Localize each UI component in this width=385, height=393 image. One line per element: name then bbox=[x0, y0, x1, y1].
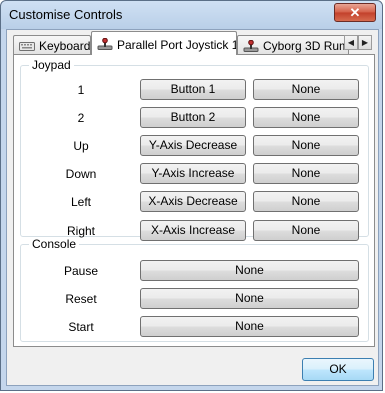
binding-button-secondary[interactable]: None bbox=[253, 107, 359, 128]
window-title: Customise Controls bbox=[9, 7, 123, 22]
binding-button[interactable]: None bbox=[140, 288, 359, 309]
keyboard-icon bbox=[19, 42, 35, 51]
binding-button[interactable]: None bbox=[140, 260, 359, 281]
binding-button-secondary[interactable]: None bbox=[253, 191, 359, 212]
console-group: Console Pause None Reset None Start None bbox=[20, 237, 369, 342]
joystick-tab-panel: Joypad 1 Button 1 None 2 Button 2 None U… bbox=[13, 54, 375, 347]
joystick-icon bbox=[97, 38, 113, 50]
tab-scroll-right-button[interactable]: ▶ bbox=[358, 35, 372, 50]
binding-button-primary[interactable]: Y-Axis Increase bbox=[140, 163, 246, 184]
joypad-row-label: Down bbox=[65, 167, 97, 181]
binding-button-primary[interactable]: X-Axis Increase bbox=[140, 220, 246, 241]
console-group-title: Console bbox=[29, 237, 80, 251]
joypad-row-label: Left bbox=[70, 195, 91, 209]
tab-label-cyborg: Cyborg 3D Rumb bbox=[263, 39, 349, 53]
tab-cyborg-3d-rumble[interactable]: Cyborg 3D Rumb bbox=[237, 35, 349, 54]
tab-label-keyboard: Keyboard bbox=[39, 39, 91, 53]
binding-button-primary[interactable]: Button 1 bbox=[140, 79, 246, 100]
tab-label-joystick: Parallel Port Joystick 1 bbox=[117, 38, 237, 52]
customise-controls-dialog: Customise Controls ✕ Keyboard Parallel P… bbox=[0, 0, 383, 391]
binding-button[interactable]: None bbox=[140, 316, 359, 337]
joypad-row-label: Up bbox=[73, 139, 89, 153]
joystick-icon bbox=[243, 40, 259, 52]
joypad-group: Joypad 1 Button 1 None 2 Button 2 None U… bbox=[20, 58, 369, 241]
binding-button-primary[interactable]: X-Axis Decrease bbox=[140, 191, 246, 212]
tab-keyboard[interactable]: Keyboard bbox=[13, 35, 91, 54]
ok-button[interactable]: OK bbox=[302, 358, 374, 381]
binding-button-primary[interactable]: Y-Axis Decrease bbox=[140, 135, 246, 156]
binding-button-secondary[interactable]: None bbox=[253, 135, 359, 156]
joypad-row-label: 1 bbox=[77, 83, 85, 97]
binding-button-primary[interactable]: Button 2 bbox=[140, 107, 246, 128]
chevron-right-icon: ▶ bbox=[361, 38, 369, 47]
binding-button-secondary[interactable]: None bbox=[253, 163, 359, 184]
title-bar[interactable]: Customise Controls ✕ bbox=[1, 1, 382, 29]
binding-button-secondary[interactable]: None bbox=[253, 79, 359, 100]
console-row-label: Start bbox=[68, 320, 94, 334]
close-icon: ✕ bbox=[349, 5, 361, 20]
dialog-client-area: Keyboard Parallel Port Joystick 1 Cyborg… bbox=[6, 29, 379, 386]
console-row-label: Reset bbox=[65, 292, 97, 306]
joypad-row-label: Right bbox=[66, 224, 95, 238]
tab-parallel-port-joystick-1[interactable]: Parallel Port Joystick 1 bbox=[91, 31, 237, 55]
tab-strip: Keyboard Parallel Port Joystick 1 Cyborg… bbox=[13, 30, 376, 55]
binding-button-secondary[interactable]: None bbox=[253, 220, 359, 241]
tab-scroll-left-button[interactable]: ◀ bbox=[344, 35, 358, 50]
joypad-group-title: Joypad bbox=[29, 58, 74, 72]
chevron-left-icon: ◀ bbox=[347, 38, 355, 47]
joypad-row-label: 2 bbox=[77, 111, 85, 125]
console-row-label: Pause bbox=[63, 264, 99, 278]
close-button[interactable]: ✕ bbox=[334, 3, 376, 22]
